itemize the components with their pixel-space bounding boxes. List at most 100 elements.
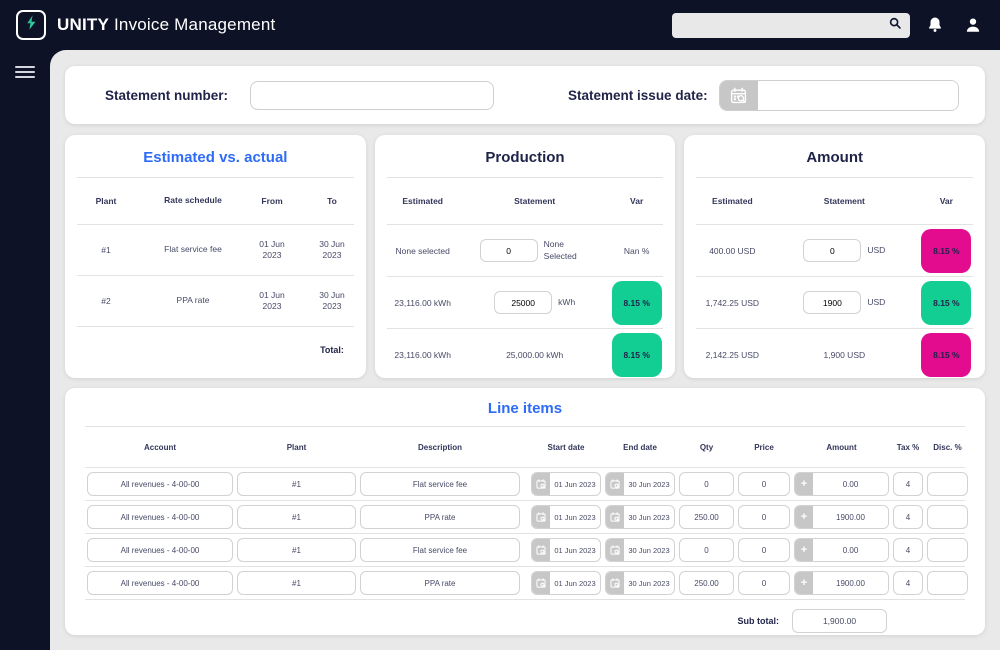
notifications-bell-icon[interactable] xyxy=(924,14,946,36)
amount-input[interactable] xyxy=(813,473,888,495)
price-input[interactable] xyxy=(738,571,790,595)
end-date-value[interactable]: 30 Jun 2023 xyxy=(624,539,674,561)
statement-value-input[interactable] xyxy=(479,239,538,262)
menu-hamburger-icon[interactable] xyxy=(15,66,35,78)
column-header: Description xyxy=(417,442,462,452)
statement-value-input[interactable] xyxy=(494,291,553,314)
variance-badge: 8.15 % xyxy=(611,280,662,325)
main-content: Statement number: Statement issue date: xyxy=(50,50,1000,650)
statement-number-input[interactable] xyxy=(250,80,495,110)
start-date-value[interactable]: 01 Jun 2023 xyxy=(550,539,600,561)
plant-select[interactable]: #1 xyxy=(237,538,356,562)
calendar-search-icon[interactable] xyxy=(606,473,624,495)
statement-issue-date-input[interactable] xyxy=(757,80,958,110)
description-select[interactable]: Flat service fee xyxy=(360,472,520,496)
amount-title: Amount xyxy=(806,149,863,166)
qty-input[interactable] xyxy=(679,472,734,496)
from-date-value: 01 Jun 2023 xyxy=(259,238,285,260)
price-input[interactable] xyxy=(738,472,790,496)
price-input[interactable] xyxy=(738,505,790,529)
line-item-row: All revenues - 4-00-00 #1 Flat service f… xyxy=(65,534,985,566)
qty-input[interactable] xyxy=(679,538,734,562)
statement-value-input[interactable] xyxy=(803,239,862,262)
end-date-value[interactable]: 30 Jun 2023 xyxy=(624,506,674,528)
column-header: Statement xyxy=(823,196,865,206)
plus-icon[interactable]: + xyxy=(795,572,813,594)
tax-input[interactable] xyxy=(893,571,923,595)
user-account-icon[interactable] xyxy=(962,14,984,36)
calendar-search-icon[interactable] xyxy=(606,506,624,528)
qty-input[interactable] xyxy=(679,505,734,529)
plant-select[interactable]: #1 xyxy=(237,505,356,529)
calendar-search-icon[interactable] xyxy=(532,473,550,495)
qty-input[interactable] xyxy=(679,571,734,595)
disc-input[interactable] xyxy=(927,571,968,595)
calendar-search-icon[interactable] xyxy=(606,572,624,594)
statement-value-input[interactable] xyxy=(803,291,862,314)
production-total-row: 23,116.00 kWh 25,000.00 kWh 8.15 % xyxy=(375,329,676,378)
production-header-row: Estimated Statement Var xyxy=(375,178,676,224)
disc-input[interactable] xyxy=(927,505,968,529)
lightning-bolt-icon xyxy=(23,14,40,36)
column-header: Var xyxy=(630,196,644,206)
amount-input[interactable] xyxy=(813,539,888,561)
column-header: Var xyxy=(939,196,953,206)
statement-issue-date-label: Statement issue date: xyxy=(568,87,708,103)
column-header: Estimated xyxy=(712,196,753,206)
amount-header-row: Estimated Statement Var xyxy=(684,178,985,224)
plant-select[interactable]: #1 xyxy=(237,571,356,595)
account-select[interactable]: All revenues - 4-00-00 xyxy=(87,472,233,496)
plus-icon[interactable]: + xyxy=(795,473,813,495)
description-select[interactable]: PPA rate xyxy=(360,571,520,595)
search-icon[interactable] xyxy=(888,16,902,35)
account-select[interactable]: All revenues - 4-00-00 xyxy=(87,538,233,562)
statement-value: 1,900 USD xyxy=(823,349,866,360)
line-item-row: All revenues - 4-00-00 #1 PPA rate 01 Ju… xyxy=(65,567,985,599)
calendar-search-icon[interactable] xyxy=(532,539,550,561)
tax-input[interactable] xyxy=(893,505,923,529)
calendar-search-icon[interactable] xyxy=(719,80,758,110)
start-date-value[interactable]: 01 Jun 2023 xyxy=(550,506,600,528)
plus-icon[interactable]: + xyxy=(795,539,813,561)
description-select[interactable]: Flat service fee xyxy=(360,538,520,562)
plant-select[interactable]: #1 xyxy=(237,472,356,496)
left-sidebar xyxy=(0,50,50,650)
statement-issue-date-field xyxy=(718,79,959,111)
start-date-value[interactable]: 01 Jun 2023 xyxy=(550,572,600,594)
end-date-value[interactable]: 30 Jun 2023 xyxy=(624,473,674,495)
amount-input[interactable] xyxy=(813,572,888,594)
description-select[interactable]: PPA rate xyxy=(360,505,520,529)
disc-input[interactable] xyxy=(927,538,968,562)
line-item-row: All revenues - 4-00-00 #1 PPA rate 01 Ju… xyxy=(65,501,985,533)
statement-unit-label: kWh xyxy=(558,296,576,307)
start-date-field: 01 Jun 2023 xyxy=(531,571,601,595)
amount-field: + xyxy=(794,472,889,496)
to-date-value: 30 Jun 2023 xyxy=(319,289,345,311)
search-input[interactable] xyxy=(680,19,888,31)
tax-input[interactable] xyxy=(893,472,923,496)
plus-icon[interactable]: + xyxy=(795,506,813,528)
end-date-value[interactable]: 30 Jun 2023 xyxy=(624,572,674,594)
global-search[interactable] xyxy=(672,12,910,38)
amount-input[interactable] xyxy=(813,506,888,528)
statement-value: 25,000.00 kWh xyxy=(506,349,564,360)
column-header: To xyxy=(327,196,337,206)
price-input[interactable] xyxy=(738,538,790,562)
calendar-search-icon[interactable] xyxy=(532,572,550,594)
calendar-search-icon[interactable] xyxy=(606,539,624,561)
account-select[interactable]: All revenues - 4-00-00 xyxy=(87,505,233,529)
variance-badge: 8.15 % xyxy=(611,332,662,377)
production-card: Production Estimated Statement Var None … xyxy=(374,135,676,378)
total-label: Total: xyxy=(320,345,344,355)
statement-number-label: Statement number: xyxy=(105,87,229,103)
table-row: #2 PPA rate 01 Jun 2023 30 Jun 2023 xyxy=(65,276,366,326)
amount-row: 1,742.25 USD USD 8.15 % xyxy=(684,277,985,328)
calendar-search-icon[interactable] xyxy=(532,506,550,528)
estimated-value: 1,742.25 USD xyxy=(705,297,760,308)
column-header: Plant xyxy=(286,442,307,452)
start-date-value[interactable]: 01 Jun 2023 xyxy=(550,473,600,495)
disc-input[interactable] xyxy=(927,472,968,496)
account-select[interactable]: All revenues - 4-00-00 xyxy=(87,571,233,595)
column-header: Account xyxy=(144,442,176,452)
tax-input[interactable] xyxy=(893,538,923,562)
